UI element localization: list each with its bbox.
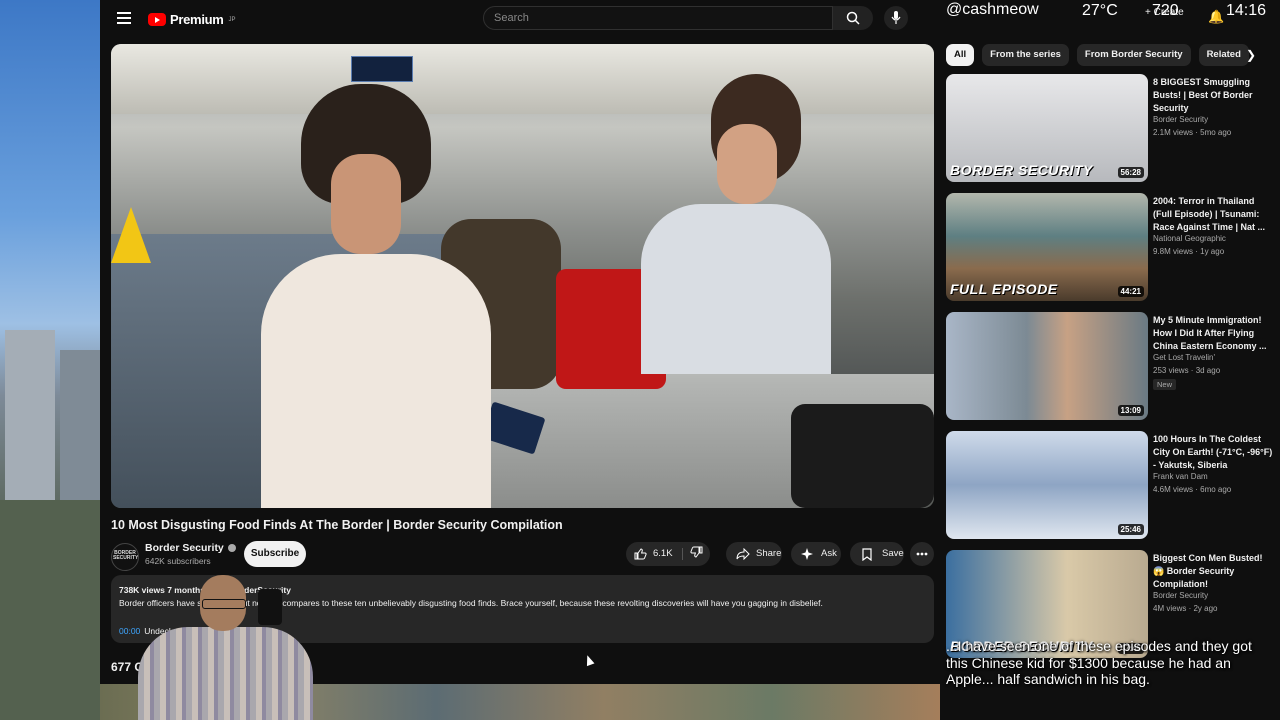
like-count: 6.1K [653,548,673,559]
channel-avatar[interactable]: BORDER SECURITY [111,543,139,571]
video-thumbnail[interactable]: 25:46 [946,431,1148,539]
chip-from-border-security[interactable]: From Border Security [1076,44,1191,66]
share-button[interactable]: Share [726,542,782,566]
recommendation-channel: Frank van Dam [1153,472,1208,481]
youtube-logo[interactable]: Premium JP [148,12,236,27]
dislike-button[interactable] [690,542,703,566]
video-frame-traveler [261,84,491,508]
recommendation-title[interactable]: Biggest Con Men Busted! 😱 Border Securit… [1153,552,1275,591]
thumbs-up-icon [634,548,647,560]
video-player[interactable] [111,44,934,508]
like-separator [682,548,683,560]
recommendations-panel: @cashmeow 27°C + Create 720 🔔 14:16 All … [940,0,1280,720]
recommendation-views-age: 253 views · 3d ago [1153,366,1221,375]
recommendation-title[interactable]: 8 BIGGEST Smuggling Busts! | Best Of Bor… [1153,76,1275,115]
video-thumbnail[interactable]: BORDER SECURITY 56:28 [946,74,1148,182]
filter-chips: All From the series From Border Security… [946,44,1249,66]
recommendation-item[interactable]: FULL EPISODE 44:21 2004: Terror in Thail… [946,193,1276,305]
youtube-play-icon [148,13,166,26]
chip-all[interactable]: All [946,44,975,66]
recommendation-title[interactable]: 2004: Terror in Thailand (Full Episode) … [1153,195,1275,234]
video-title: 10 Most Disgusting Food Finds At The Bor… [111,518,563,532]
temperature-readout: 27°C [1082,2,1118,19]
video-frame-officer [601,74,831,374]
thumbs-down-icon [690,546,703,558]
streamer-handle: @cashmeow [946,1,1039,18]
desktop-background [0,0,110,720]
video-duration: 56:28 [1117,167,1144,178]
recommendation-channel: Border Security [1153,115,1209,124]
logo-region: JP [228,16,236,23]
video-frame-black-bag [791,404,934,508]
streamer-webcam [138,575,313,720]
live-caption: ...I have seen one of these episodes and… [946,638,1252,687]
thumbnail-badge: FULL EPISODE [950,281,1058,297]
verified-icon [227,544,236,553]
search-input[interactable]: Search [483,6,833,30]
stream-overlay-top: @cashmeow 27°C + Create 720 🔔 14:16 [940,0,1280,36]
video-thumbnail[interactable]: 13:09 [946,312,1148,420]
sparkle-icon [801,548,813,560]
voice-search-button[interactable] [884,6,908,30]
search-icon [846,11,860,25]
chip-from-the-series[interactable]: From the series [982,44,1069,66]
recommendation-item[interactable]: BORDER SECURITY 56:28 8 BIGGEST Smugglin… [946,74,1276,186]
video-duration: 13:09 [1117,405,1144,416]
subscribe-button[interactable]: Subscribe [244,541,306,567]
save-button[interactable]: Save [850,542,904,566]
channel-avatar-text: BORDER SECURITY [113,550,139,561]
video-thumbnail[interactable]: FULL EPISODE 44:21 [946,193,1148,301]
recommendation-views-age: 2.1M views · 5mo ago [1153,128,1232,137]
search-placeholder: Search [494,12,529,24]
topbar: Premium JP Search [100,0,940,40]
search-button[interactable] [833,6,873,30]
recommendation-views-age: 9.8M views · 1y ago [1153,247,1225,256]
menu-icon[interactable] [117,12,131,24]
recommendation-item[interactable]: 13:09 My 5 Minute Immigration! How I Did… [946,312,1276,424]
video-duration: 44:21 [1117,286,1144,297]
chevron-right-icon[interactable]: ❯ [1246,48,1256,62]
share-label: Share [756,548,782,559]
recommendation-views-age: 4M views · 2y ago [1153,604,1218,613]
save-label: Save [882,548,904,559]
bookmark-icon [862,548,872,561]
recommendation-title[interactable]: My 5 Minute Immigration! How I Did It Af… [1153,314,1275,353]
notifications-bell-icon[interactable]: 🔔 [1208,9,1224,25]
recommendation-title[interactable]: 100 Hours In The Coldest City On Earth! … [1153,433,1275,472]
channel-name[interactable]: Border Security [145,542,236,554]
recommendation-item[interactable]: 25:46 100 Hours In The Coldest City On E… [946,431,1276,543]
recommendation-channel: Get Lost Travelin' [1153,353,1215,362]
chip-related[interactable]: Related [1198,44,1249,66]
video-frame-exit-sign [351,56,413,82]
recommendation-channel: National Geographic [1153,234,1226,243]
recommendation-channel: Border Security [1153,591,1209,600]
like-button[interactable]: 6.1K [634,542,673,566]
new-badge: New [1153,379,1177,390]
more-actions-button[interactable] [910,542,934,566]
more-horizontal-icon [916,552,928,556]
recommendation-views-age: 4.6M views · 6mo ago [1153,485,1232,494]
clock: 14:16 [1226,2,1267,19]
microphone-icon [891,11,901,24]
like-dislike-bar: 6.1K [626,542,710,566]
ask-button[interactable]: Ask [791,542,841,566]
thumbnail-badge: BORDER SECURITY [950,162,1093,178]
logo-text: Premium [170,12,224,27]
subscriber-count: 642K subscribers [145,556,211,566]
share-icon [736,548,750,560]
ask-label: Ask [821,548,837,559]
video-duration: 25:46 [1117,524,1144,535]
viewer-count: 720 [1152,2,1179,19]
